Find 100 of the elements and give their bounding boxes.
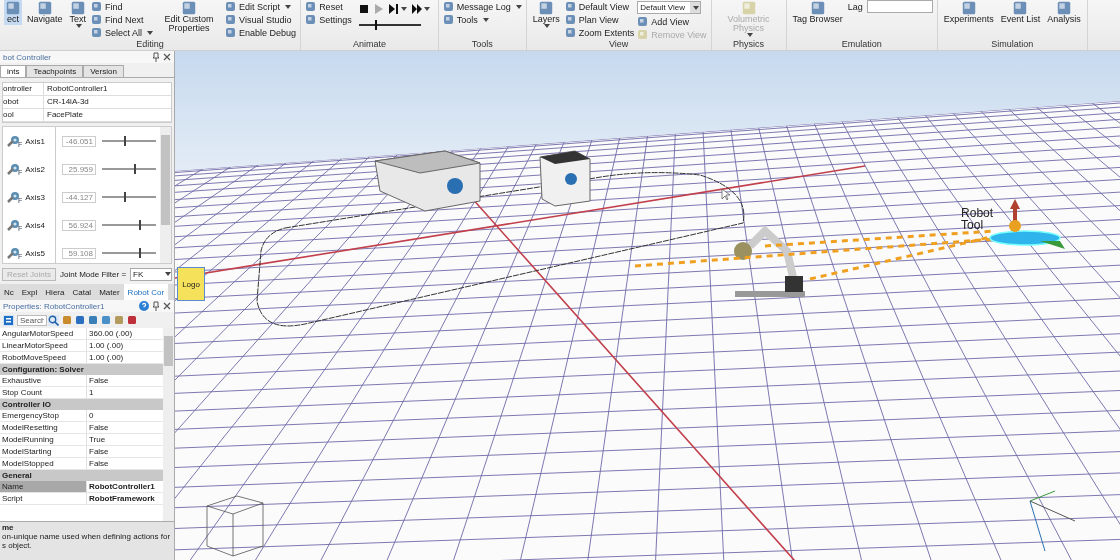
property-value[interactable]: False: [87, 422, 109, 433]
lag-field[interactable]: [866, 0, 933, 13]
ribbon-button[interactable]: Zoom Extents: [564, 26, 635, 39]
view-cube-drawing: [206, 495, 264, 557]
category-header: Controller IO: [0, 399, 164, 410]
search-button[interactable]: [48, 314, 59, 326]
dock-tab[interactable]: Robot Cor: [123, 284, 169, 300]
dock-tab[interactable]: Expl: [17, 284, 42, 300]
robot-joint-icon: [7, 190, 21, 204]
search-field[interactable]: Search: [17, 314, 47, 326]
caret-icon: [400, 7, 407, 11]
logo-sign: Logo: [177, 267, 206, 301]
property-value[interactable]: 360.00 (.00): [87, 328, 133, 339]
tab[interactable]: ints: [0, 65, 27, 77]
toolbar-button[interactable]: [88, 315, 98, 325]
value-field[interactable]: -46.051: [62, 135, 96, 147]
ribbon-button[interactable]: Select All: [91, 26, 154, 39]
scrollbar[interactable]: [163, 328, 175, 521]
property-name[interactable]: RobotMoveSpeed: [0, 352, 87, 363]
dock-tab[interactable]: Hiera: [41, 284, 69, 300]
table-cell-text: FacePlate: [46, 109, 84, 121]
value-field[interactable]: 59.108: [62, 247, 96, 259]
property-name[interactable]: ModelRunning: [0, 434, 87, 445]
property-name[interactable]: AngularMotorSpeed: [0, 328, 87, 339]
property-name[interactable]: Stop Count: [0, 387, 87, 398]
ribbon-button[interactable]: Edit Custom Properties: [156, 0, 223, 34]
tool-icon: [1013, 1, 1028, 15]
property-value[interactable]: False: [87, 458, 109, 469]
property-name[interactable]: ModelResetting: [0, 422, 87, 433]
tool-icon: [564, 14, 576, 25]
ribbon-button[interactable]: Find: [91, 0, 154, 13]
property-name[interactable]: LinearMotorSpeed: [0, 340, 87, 351]
toolbar-button[interactable]: [101, 315, 111, 325]
axis-label: Axis1: [25, 136, 45, 146]
property-value[interactable]: 0: [87, 410, 94, 421]
slider-thumb[interactable]: [123, 192, 126, 202]
value-field[interactable]: 56.924: [62, 219, 96, 231]
caret-icon: [746, 33, 753, 37]
slider-thumb[interactable]: [138, 248, 141, 258]
slider-thumb[interactable]: [138, 220, 141, 230]
player-button[interactable]: [358, 4, 369, 14]
caret-icon: [544, 24, 551, 28]
property-value[interactable]: RobotController1: [87, 481, 155, 492]
categorize-button[interactable]: [3, 314, 14, 326]
ribbon-button[interactable]: Add View: [637, 15, 707, 28]
tool-icon: [539, 1, 554, 15]
slider-thumb[interactable]: [374, 20, 377, 30]
ribbon-button[interactable]: Plan View: [564, 13, 635, 26]
player-button[interactable]: [388, 4, 407, 14]
dock-tab[interactable]: Mater: [95, 284, 124, 300]
ribbon-button[interactable]: Tools: [442, 13, 522, 26]
ribbon-button[interactable]: Reset: [305, 0, 352, 13]
dock-tab[interactable]: Nc: [0, 284, 18, 300]
ribbon-button[interactable]: Analysis: [1045, 0, 1083, 25]
toolbar-button[interactable]: [75, 315, 85, 325]
ribbon-button[interactable]: Experiments: [941, 0, 996, 25]
tab[interactable]: Version: [83, 65, 124, 77]
tool-icon: [91, 27, 103, 38]
ribbon-button[interactable]: Find Next: [91, 13, 154, 26]
scrollbar[interactable]: [160, 127, 172, 263]
toolbar-button[interactable]: [114, 315, 124, 325]
property-name[interactable]: Exhaustive: [0, 375, 87, 386]
ribbon-button[interactable]: Tag Browser: [790, 0, 845, 25]
ribbon-button[interactable]: Settings: [305, 13, 352, 26]
pin-icon: [152, 301, 161, 311]
tool-icon: [70, 1, 85, 15]
ribbon-button[interactable]: Event List: [998, 0, 1043, 25]
view-dropdown[interactable]: Default View: [637, 1, 702, 14]
mode-dropdown[interactable]: FK: [130, 267, 173, 281]
tool-icon: [637, 29, 649, 39]
ribbon-button[interactable]: Navigate: [25, 0, 65, 25]
ribbon-button[interactable]: Text: [67, 0, 89, 29]
ribbon-button[interactable]: Default View: [564, 0, 635, 13]
property-value[interactable]: False: [87, 446, 109, 457]
property-value[interactable]: RobotFramework: [87, 493, 155, 504]
toolbar-button[interactable]: [62, 315, 72, 325]
ribbon-button[interactable]: Enable Debug: [225, 26, 297, 39]
property-value[interactable]: False: [87, 375, 109, 386]
property-name[interactable]: Script: [0, 493, 87, 504]
property-value[interactable]: 1.00 (.00): [87, 352, 124, 363]
value-field[interactable]: 25.959: [62, 163, 96, 175]
toolbar-button[interactable]: [127, 315, 137, 325]
slider-thumb[interactable]: [123, 136, 126, 146]
slider-thumb[interactable]: [134, 164, 137, 174]
property-value[interactable]: 1.00 (.00): [87, 340, 124, 351]
value-field[interactable]: -44.127: [62, 191, 96, 203]
dock-tab[interactable]: Catal: [68, 284, 96, 300]
ribbon-button[interactable]: Edit Script: [225, 0, 297, 13]
ribbon-button[interactable]: Visual Studio: [225, 13, 297, 26]
ribbon-button[interactable]: Layers: [530, 0, 562, 29]
property-value[interactable]: 1: [87, 387, 94, 398]
property-name[interactable]: EmergencyStop: [0, 410, 87, 421]
ribbon-button[interactable]: ect: [4, 0, 22, 25]
player-button[interactable]: [411, 4, 430, 14]
property-name[interactable]: ModelStopped: [0, 458, 87, 469]
property-name[interactable]: ModelStarting: [0, 446, 87, 457]
ribbon-button[interactable]: Message Log: [442, 0, 522, 13]
property-name[interactable]: Name: [0, 481, 87, 492]
property-value[interactable]: True: [87, 434, 106, 445]
tab[interactable]: Teachpoints: [26, 65, 84, 77]
